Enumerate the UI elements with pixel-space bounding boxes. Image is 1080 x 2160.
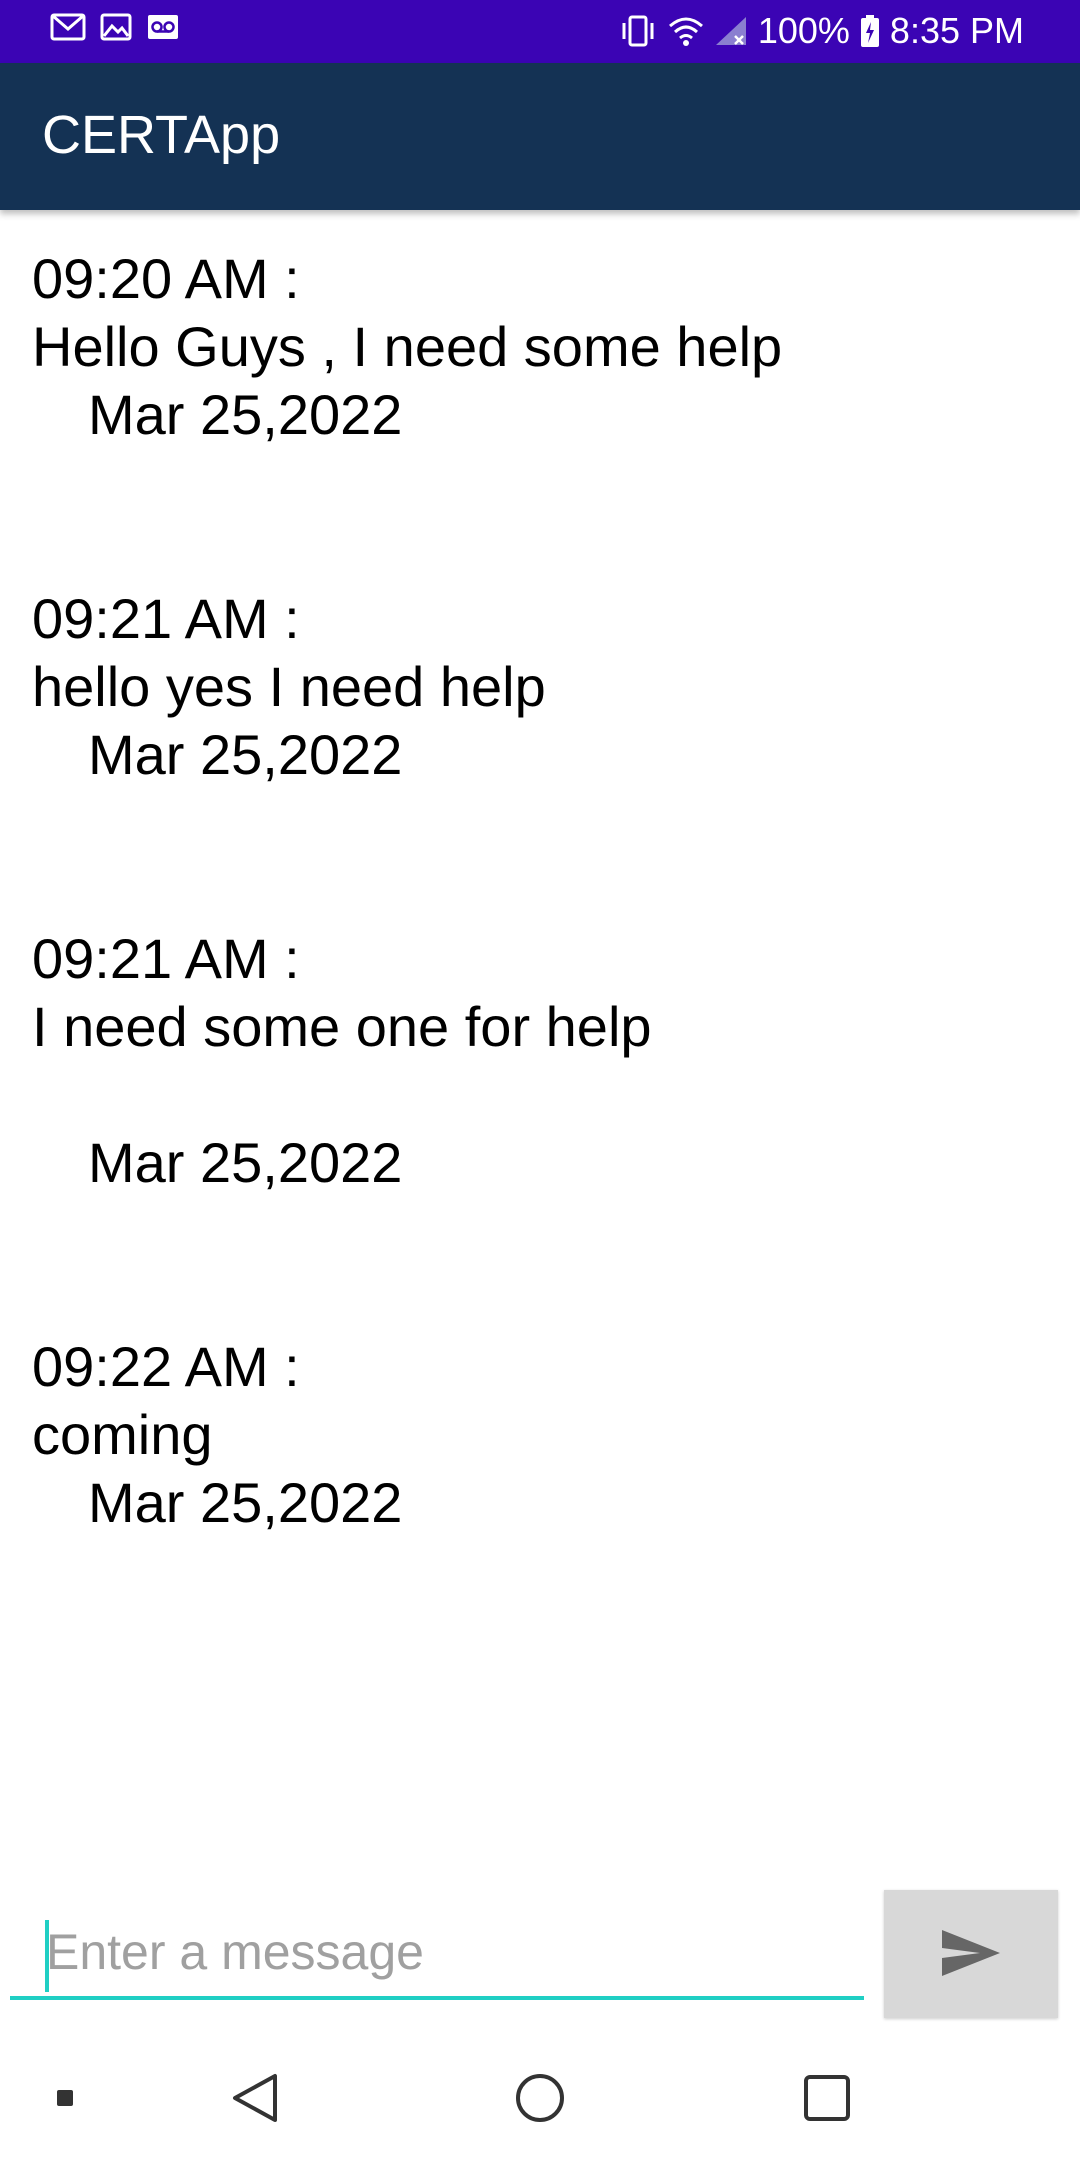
back-icon <box>230 2072 280 2129</box>
message-text: Hello Guys , I need some help <box>32 315 783 378</box>
message-text: hello yes I need help <box>32 655 546 718</box>
clock: 8:35 PM <box>889 10 1024 51</box>
chat-screen: 100% 8:35 PM CERTApp 09:20 AM : Hello Gu… <box>0 0 1080 2160</box>
send-button[interactable] <box>884 1890 1058 2018</box>
back-button[interactable] <box>210 2040 300 2160</box>
message-time: 09:21 AM : <box>32 927 300 990</box>
battery-icon <box>860 14 880 48</box>
message-item: 09:21 AM : I need some one for help Mar … <box>32 925 1052 1197</box>
message-list[interactable]: 09:20 AM : Hello Guys , I need some help… <box>0 210 1080 1880</box>
message-input[interactable] <box>10 1908 864 2000</box>
app-title: CERTApp <box>42 105 281 165</box>
status-bar: 100% 8:35 PM <box>0 0 1080 63</box>
recents-button[interactable] <box>782 2040 872 2160</box>
message-date: Mar 25,2022 <box>88 383 403 446</box>
message-text: I need some one for help <box>32 995 652 1058</box>
menu-dot-button[interactable] <box>40 2040 90 2160</box>
vibrate-icon <box>618 14 658 48</box>
wifi-icon <box>668 15 704 47</box>
home-icon <box>514 2072 566 2129</box>
text-cursor <box>45 1920 49 1992</box>
menu-dot-icon <box>56 2089 74 2112</box>
message-item: 09:22 AM : coming Mar 25,2022 <box>32 1333 1052 1537</box>
send-icon <box>940 1928 1002 1981</box>
battery-percent: 100% <box>757 10 850 51</box>
message-date: Mar 25,2022 <box>88 723 403 786</box>
message-date: Mar 25,2022 <box>88 1471 403 1534</box>
message-time: 09:21 AM : <box>32 587 300 650</box>
message-time: 09:22 AM : <box>32 1335 300 1398</box>
compose-bar <box>0 1888 1080 2018</box>
message-time: 09:20 AM : <box>32 247 300 310</box>
voicemail-icon <box>146 12 180 42</box>
system-status: 100% 8:35 PM <box>618 8 1024 54</box>
gmail-icon <box>50 12 86 42</box>
notification-icons <box>50 12 180 42</box>
app-bar: CERTApp <box>0 63 1080 210</box>
message-date: Mar 25,2022 <box>88 1131 403 1194</box>
recents-icon <box>802 2073 852 2128</box>
image-icon <box>100 12 132 42</box>
message-item: 09:21 AM : hello yes I need help Mar 25,… <box>32 585 1052 789</box>
message-item: 09:20 AM : Hello Guys , I need some help… <box>32 245 1052 449</box>
home-button[interactable] <box>495 2040 585 2160</box>
message-text: coming <box>32 1403 213 1466</box>
navigation-bar <box>0 2040 1080 2160</box>
signal-icon <box>714 15 748 47</box>
